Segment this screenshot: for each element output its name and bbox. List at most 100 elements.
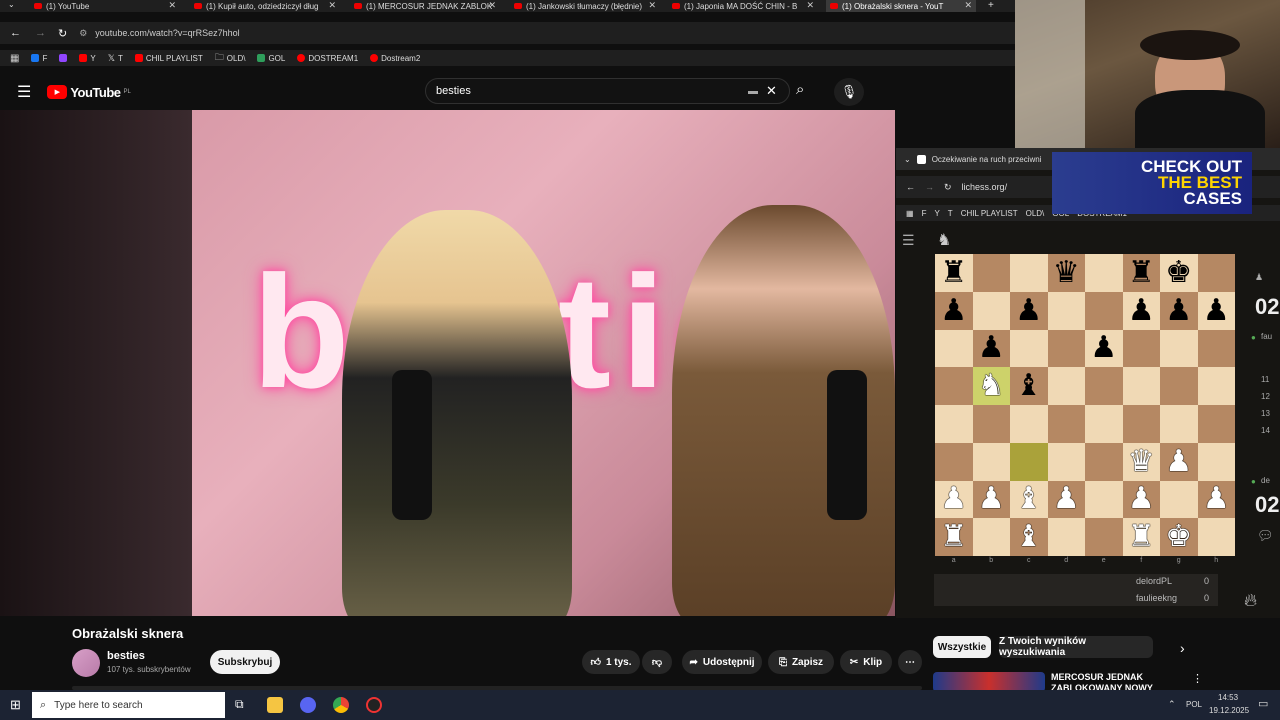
taskbar-search[interactable]: ⌕ Type here to search: [32, 692, 225, 718]
file-explorer-icon[interactable]: [267, 697, 283, 713]
tray-chevron-icon[interactable]: ⌃: [1168, 699, 1176, 710]
chevron-right-icon[interactable]: ›: [1180, 640, 1185, 656]
black-pawn-piece[interactable]: ♟: [940, 295, 967, 326]
board-square[interactable]: ♝: [1010, 518, 1048, 556]
board-square[interactable]: [1085, 254, 1123, 292]
board-square[interactable]: [1047, 405, 1085, 443]
white-rook-piece[interactable]: ♜: [940, 522, 967, 552]
board-square[interactable]: ♝: [1010, 480, 1048, 519]
board-square[interactable]: [972, 405, 1010, 443]
board-square[interactable]: [1085, 480, 1123, 519]
black-pawn-piece[interactable]: ♟: [978, 333, 1005, 363]
board-square[interactable]: ♟: [972, 329, 1010, 368]
black-pawn-piece[interactable]: ♟: [1015, 295, 1042, 326]
ad-banner[interactable]: CHECK OUT THE BEST CASES: [1052, 152, 1252, 214]
task-view-icon[interactable]: ⧉: [235, 697, 244, 712]
close-tab-icon[interactable]: ✕: [328, 0, 336, 11]
white-bishop-piece[interactable]: ♝: [1015, 484, 1042, 514]
board-square[interactable]: [1010, 254, 1048, 292]
board-square[interactable]: [1122, 405, 1160, 443]
bookmark-item[interactable]: Y: [934, 209, 939, 218]
bookmark-item[interactable]: DOSTREAM1: [297, 54, 358, 63]
board-square[interactable]: [1197, 518, 1235, 556]
white-pawn-piece[interactable]: ♟: [1165, 446, 1192, 477]
board-square[interactable]: [935, 442, 973, 481]
board-square[interactable]: [1047, 442, 1085, 481]
close-tab-icon[interactable]: ✕: [168, 0, 176, 11]
black-pawn-piece[interactable]: ♟: [1165, 295, 1192, 326]
bookmark-item[interactable]: OLD\: [1026, 209, 1045, 218]
board-square[interactable]: [1010, 329, 1048, 368]
board-square[interactable]: [1047, 367, 1085, 405]
bookmark-item[interactable]: GOL: [257, 54, 285, 63]
board-square[interactable]: [1085, 367, 1123, 405]
board-square[interactable]: [972, 254, 1010, 292]
apps-grid-icon[interactable]: ▦: [10, 53, 19, 64]
site-info-icon[interactable]: ⚙: [79, 28, 87, 39]
chess-url-field[interactable]: lichess.org/: [962, 182, 1008, 192]
bookmark-item[interactable]: CHIL PLAYLIST: [961, 209, 1018, 218]
bookmark-folder[interactable]: 🗀 OLD\: [215, 50, 246, 66]
white-pawn-piece[interactable]: ♟: [1128, 484, 1155, 514]
browser-tab-active[interactable]: (1) Obrażalski sknera - YouT ✕: [826, 0, 976, 12]
more-actions-button[interactable]: ⋯: [898, 650, 922, 674]
back-arrow-icon[interactable]: ←: [10, 27, 21, 39]
chat-bubble-icon[interactable]: 💬︎: [1257, 528, 1274, 544]
clock-time[interactable]: 14:53: [1218, 693, 1238, 702]
lichess-logo-icon[interactable]: ♞: [937, 230, 951, 250]
board-square[interactable]: [935, 367, 973, 405]
browser-tab[interactable]: (1) Japonia MA DOŚĆ CHIN - B ✕: [668, 0, 818, 12]
white-queen-piece[interactable]: ♛: [1128, 446, 1155, 477]
forward-arrow-icon[interactable]: →: [35, 27, 46, 39]
black-rook-piece[interactable]: ♜: [1128, 257, 1155, 288]
board-square[interactable]: [1197, 442, 1235, 481]
board-square[interactable]: [1160, 405, 1198, 443]
search-input[interactable]: besties: [425, 78, 790, 104]
black-bishop-piece[interactable]: ♝: [1015, 371, 1042, 401]
board-square[interactable]: [1047, 518, 1085, 556]
browser-tab[interactable]: (1) MERCOSUR JEDNAK ZABLOK ✕: [350, 0, 500, 12]
browser-tab[interactable]: (1) Kupił auto, odziedziczył dług ✕: [190, 0, 340, 12]
bookmark-item[interactable]: Y: [79, 54, 96, 63]
bookmark-item[interactable]: F: [31, 54, 47, 63]
clear-search-icon[interactable]: ✕: [766, 83, 777, 99]
related-video-thumbnail[interactable]: [933, 672, 1045, 692]
voice-search-mic-icon[interactable]: 🎙: [834, 78, 864, 106]
black-rook-piece[interactable]: ♜: [940, 257, 967, 288]
related-more-icon[interactable]: ⋮: [1192, 672, 1203, 685]
youtube-logo[interactable]: ▶ YouTube PL: [47, 85, 131, 100]
board-square[interactable]: [1047, 291, 1085, 330]
white-pawn-piece[interactable]: ♟: [940, 484, 967, 514]
board-square[interactable]: ♟: [935, 480, 973, 519]
bookmark-item[interactable]: Dostream2: [370, 54, 420, 63]
windows-start-icon[interactable]: ⊞: [10, 697, 21, 713]
board-square[interactable]: [1085, 291, 1123, 330]
black-pawn-piece[interactable]: ♟: [1090, 333, 1117, 363]
like-button[interactable]: 👍︎ 1 tys.: [582, 650, 640, 674]
board-square[interactable]: [1122, 367, 1160, 405]
board-square[interactable]: ♞: [972, 367, 1010, 405]
related-video-title[interactable]: MERCOSUR JEDNAK ZABLOKOWANY NOWY: [1051, 672, 1181, 690]
reload-icon[interactable]: ↻: [944, 182, 952, 193]
board-square[interactable]: [1197, 405, 1235, 443]
hamburger-menu-icon[interactable]: ☰: [17, 82, 31, 102]
filter-chip-search[interactable]: Z Twoich wyników wyszukiwania: [999, 636, 1153, 658]
white-pawn-piece[interactable]: ♟: [1203, 484, 1230, 514]
close-tab-icon[interactable]: ✕: [488, 0, 496, 11]
save-button[interactable]: ⎘ Zapisz: [768, 650, 834, 674]
board-square[interactable]: [1085, 442, 1123, 481]
chevron-down-icon[interactable]: ⌄: [904, 155, 911, 164]
board-square[interactable]: ♟: [1047, 480, 1085, 519]
board-square[interactable]: [935, 329, 973, 368]
video-player[interactable]: besties: [192, 110, 895, 616]
black-queen-piece[interactable]: ♛: [1053, 257, 1080, 288]
browser-tab[interactable]: (1) YouTube ✕: [30, 0, 180, 12]
white-pawn-piece[interactable]: ♟: [1053, 484, 1080, 514]
new-tab-plus-icon[interactable]: +: [988, 0, 994, 11]
board-square[interactable]: ♟: [1197, 480, 1235, 519]
board-square[interactable]: [972, 291, 1010, 330]
bookmark-item[interactable]: 𝕏T: [108, 53, 123, 64]
bookmark-item[interactable]: T: [948, 209, 953, 218]
board-square[interactable]: ♟: [935, 291, 973, 330]
board-square[interactable]: ♜: [935, 254, 973, 292]
